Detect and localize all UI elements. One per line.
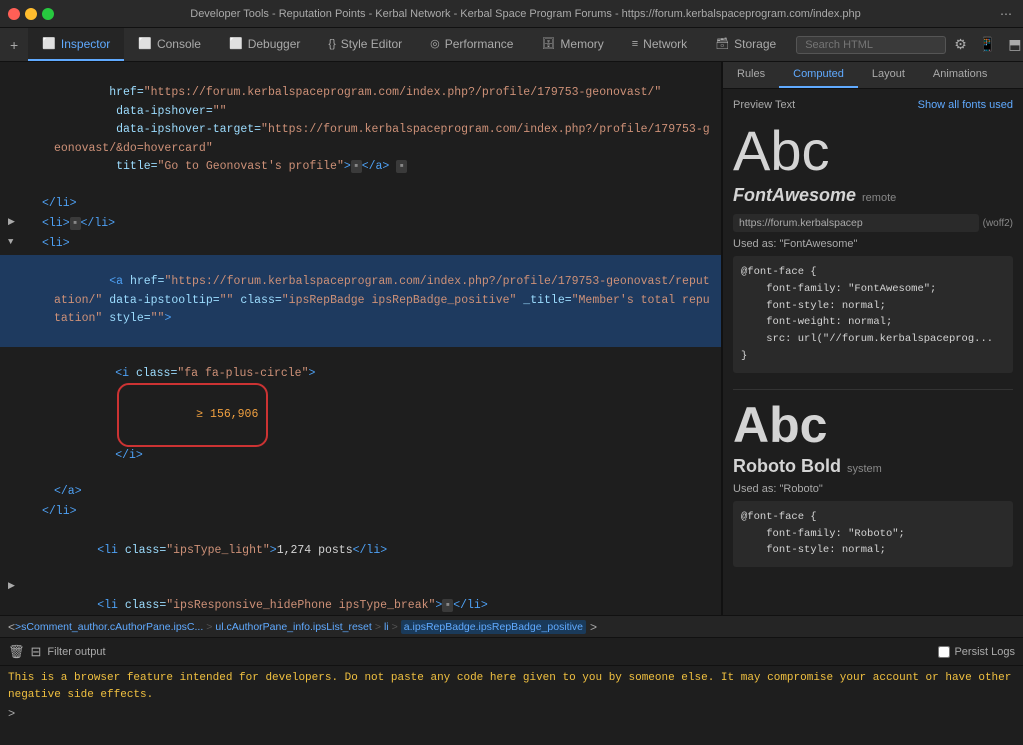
tab-computed[interactable]: Computed: [779, 62, 858, 88]
html-panel: href="https://forum.kerbalspaceprogram.c…: [0, 62, 722, 615]
font-face-code-2: @font-face { font-family: "Roboto"; font…: [733, 501, 1013, 567]
maximize-button[interactable]: [42, 8, 54, 20]
main-content: href="https://forum.kerbalspaceprogram.c…: [0, 62, 1023, 615]
font-name-1: FontAwesome: [733, 185, 856, 206]
tab-network[interactable]: ≡ Network: [618, 28, 701, 61]
font-face-code-1: @font-face { font-family: "FontAwesome";…: [733, 256, 1013, 373]
persist-logs-row: Persist Logs: [938, 646, 1015, 658]
font-url-row-1: https://forum.kerbalspacep (woff2): [733, 214, 1013, 232]
title-bar-text: Developer Tools - Reputation Points - Ke…: [60, 8, 991, 20]
html-line: href="https://forum.kerbalspaceprogram.c…: [0, 66, 721, 195]
filter-output-label: Filter output: [47, 646, 105, 658]
minimize-button[interactable]: [25, 8, 37, 20]
tab-debugger[interactable]: ⬜ Debugger: [215, 28, 314, 61]
settings-button[interactable]: ⚙: [950, 34, 971, 55]
html-line: </li>: [0, 195, 721, 215]
search-input[interactable]: [796, 36, 946, 54]
tab-console[interactable]: ⬜ Console: [124, 28, 215, 61]
title-bar: Developer Tools - Reputation Points - Ke…: [0, 0, 1023, 28]
breadcrumb-active[interactable]: a.ipsRepBadge.ipsRepBadge_positive: [401, 620, 586, 634]
console-warning-text: This is a browser feature intended for d…: [8, 672, 1011, 701]
tab-layout[interactable]: Layout: [858, 62, 919, 88]
font-name-row-1: FontAwesome remote: [733, 185, 1013, 208]
tab-memory[interactable]: 🗄 Memory: [527, 28, 617, 61]
used-as-2: Used as: "Roboto": [733, 483, 1013, 495]
console-prompt-row: >: [8, 707, 1015, 721]
performance-icon: ◎: [430, 37, 440, 50]
used-as-1: Used as: "FontAwesome": [733, 238, 1013, 250]
font-type-1: remote: [862, 192, 896, 204]
breadcrumb-item-1[interactable]: >sComment_author.cAuthorPane.ipsC...: [15, 621, 203, 633]
font-preview-1: Abc: [733, 123, 1013, 179]
breadcrumb-forward[interactable]: >: [590, 620, 597, 634]
breadcrumb-item-3[interactable]: li: [384, 621, 389, 633]
html-line-number: <i class="fa fa-plus-circle"> ≥ 156,906 …: [0, 347, 721, 484]
tab-rules[interactable]: Rules: [723, 62, 779, 88]
html-line: <li class="ipsType_light">1,274 posts</l…: [0, 523, 721, 578]
font-panel-header: Preview Text Show all fonts used: [733, 99, 1013, 111]
reputation-number: ≥ 156,906: [117, 383, 268, 446]
html-line: ▶ <li class="ipsResponsive_hidePhone ips…: [0, 579, 721, 615]
storage-icon: 🗃: [715, 37, 729, 50]
font-name-2: Roboto Bold: [733, 456, 841, 477]
tab-style-editor[interactable]: {} Style Editor: [314, 28, 416, 61]
filter-icon[interactable]: ⊟: [31, 644, 42, 660]
breadcrumb-item-2[interactable]: ul.cAuthorPane_info.ipsList_reset: [215, 621, 371, 633]
tab-inspector[interactable]: ⬜ Inspector: [28, 28, 124, 61]
font-divider: [733, 389, 1013, 390]
font-type-2: system: [847, 463, 882, 475]
debugger-icon: ⬜: [229, 37, 243, 50]
network-icon: ≡: [632, 38, 638, 50]
style-editor-icon: {}: [328, 38, 335, 50]
console-footer: 🗑 ⊟ Filter output Persist Logs: [0, 637, 1023, 665]
toolbar: + ⬜ Inspector ⬜ Console ⬜ Debugger {} St…: [0, 28, 1023, 62]
persist-logs-checkbox[interactable]: [938, 646, 950, 658]
dock-button[interactable]: ⬒: [1004, 34, 1023, 55]
breadcrumb: < >sComment_author.cAuthorPane.ipsC... >…: [0, 615, 1023, 637]
font-panel: Preview Text Show all fonts used Abc Fon…: [723, 89, 1023, 615]
memory-icon: 🗄: [541, 37, 555, 50]
add-tab-button[interactable]: +: [6, 35, 22, 55]
html-line: ▼ <li>: [0, 235, 721, 255]
toolbar-left: +: [0, 28, 28, 61]
console-icon: ⬜: [138, 37, 152, 50]
trash-icon[interactable]: 🗑: [8, 644, 25, 660]
preview-text-label: Preview Text: [733, 99, 795, 111]
right-tab-bar: Rules Computed Layout Animations: [723, 62, 1023, 89]
html-line: ▶ <li>▪</li>: [0, 215, 721, 235]
responsive-button[interactable]: 📱: [975, 34, 1000, 55]
window-controls: [8, 8, 54, 20]
tab-performance[interactable]: ◎ Performance: [416, 28, 527, 61]
breadcrumb-back[interactable]: <: [8, 620, 15, 634]
console-prompt[interactable]: >: [8, 707, 22, 721]
html-line: </a>: [0, 483, 721, 503]
close-button[interactable]: [8, 8, 20, 20]
font-preview-2: Abc: [733, 400, 1013, 450]
font-format-1: (woff2): [983, 218, 1013, 229]
main-tabs: ⬜ Inspector ⬜ Console ⬜ Debugger {} Styl…: [28, 28, 790, 61]
tab-storage[interactable]: 🗃 Storage: [701, 28, 790, 61]
console-warning-area: This is a browser feature intended for d…: [0, 665, 1023, 745]
font-url-1: https://forum.kerbalspacep: [733, 214, 979, 232]
toolbar-right: ⚙ 📱 ⬒ ✕: [790, 28, 1023, 61]
detach-button[interactable]: ⋯: [997, 7, 1015, 21]
html-line: </li>: [0, 503, 721, 523]
tab-animations[interactable]: Animations: [919, 62, 1001, 88]
show-fonts-link[interactable]: Show all fonts used: [918, 99, 1013, 111]
font-name-row-2: Roboto Bold system: [733, 456, 1013, 479]
persist-logs-label: Persist Logs: [954, 646, 1015, 658]
inspector-icon: ⬜: [42, 37, 56, 50]
right-panel: Rules Computed Layout Animations Preview…: [723, 62, 1023, 615]
html-line-highlighted: <a href="https://forum.kerbalspaceprogra…: [0, 255, 721, 347]
